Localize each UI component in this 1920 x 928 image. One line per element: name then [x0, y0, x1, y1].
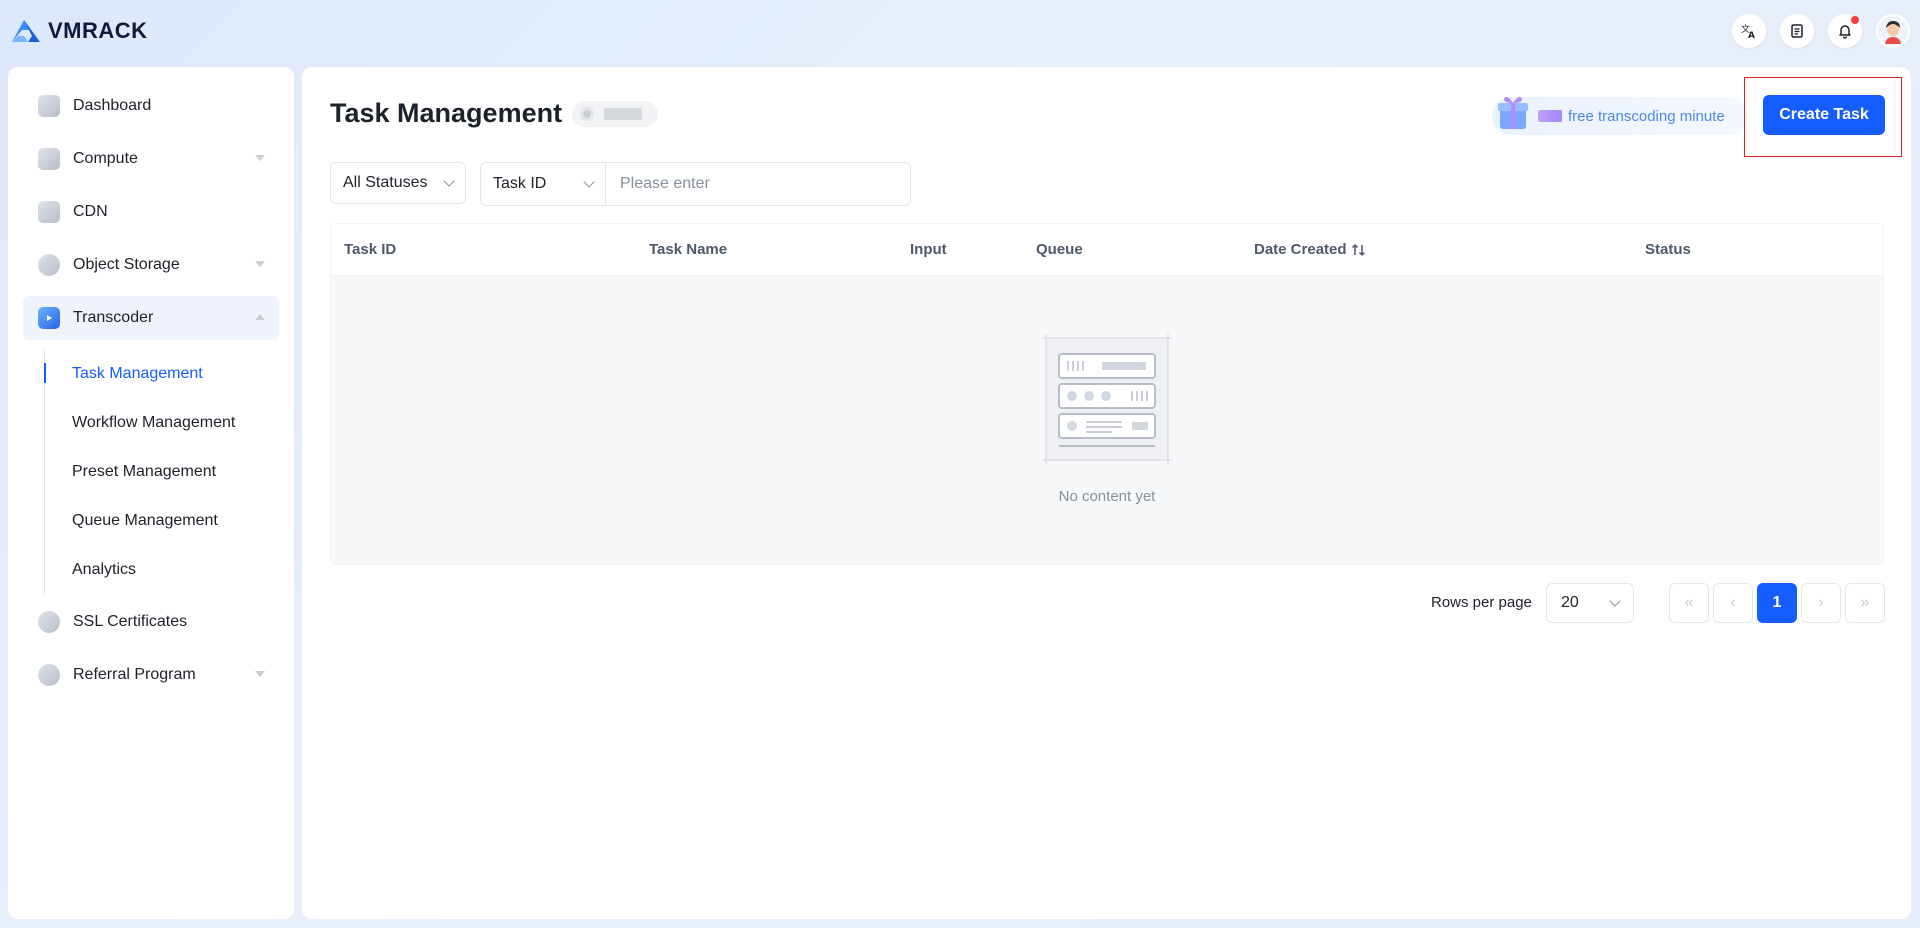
translate-button[interactable]: 文 A — [1732, 14, 1766, 48]
create-task-button[interactable]: Create Task — [1763, 95, 1885, 135]
subnav-item-preset-management[interactable]: Preset Management — [44, 447, 294, 496]
location-icon — [580, 107, 594, 121]
translate-icon: 文 A — [1741, 23, 1755, 39]
region-badge[interactable] — [572, 101, 658, 127]
storage-icon — [38, 254, 60, 276]
compute-icon — [38, 148, 60, 170]
user-avatar-icon — [1878, 16, 1908, 46]
chevron-down-icon — [255, 155, 265, 161]
search-combo: Task ID — [480, 162, 911, 206]
sidebar-item-label: Compute — [73, 150, 138, 167]
chevron-down-icon — [583, 176, 595, 188]
empty-state-text: No content yet — [1058, 488, 1156, 505]
subnav-item-workflow-management[interactable]: Workflow Management — [44, 398, 294, 447]
svg-text:A: A — [1748, 31, 1755, 39]
double-chevron-right-icon: » — [1860, 594, 1870, 611]
task-table: Task ID Task Name Input Queue Date Creat… — [330, 223, 1884, 565]
chevron-left-icon: ‹ — [1730, 594, 1736, 611]
status-select-value: All Statuses — [343, 174, 428, 191]
column-header-date-created[interactable]: Date Created — [1254, 241, 1367, 258]
sidebar-item-cdn[interactable]: CDN — [23, 190, 279, 234]
region-value-redacted — [604, 108, 642, 120]
chevron-down-icon — [255, 261, 265, 267]
column-header-label: Date Created — [1254, 241, 1347, 258]
transcoder-icon — [38, 307, 60, 329]
search-field-select[interactable]: Task ID — [481, 163, 606, 205]
promo-text: free transcoding minute — [1568, 107, 1725, 125]
subnav-item-analytics[interactable]: Analytics — [44, 545, 294, 594]
top-bar: VMRACK 文 A — [0, 0, 1920, 66]
search-field-value: Task ID — [493, 175, 547, 192]
column-header-task-name: Task Name — [649, 241, 728, 258]
referral-icon — [38, 664, 60, 686]
document-icon — [1791, 24, 1803, 38]
table-header: Task ID Task Name Input Queue Date Creat… — [331, 224, 1883, 276]
sidebar-item-label: CDN — [73, 203, 108, 220]
shield-icon — [38, 611, 60, 633]
sidebar-item-compute[interactable]: Compute — [23, 137, 279, 181]
table-body: No content yet — [331, 276, 1883, 564]
pagination: Rows per page 20 « ‹ 1 › » — [302, 583, 1911, 623]
chevron-up-icon — [255, 314, 265, 320]
empty-server-icon — [1042, 334, 1172, 464]
next-page-button[interactable]: › — [1801, 583, 1841, 623]
transcoder-submenu: Task Management Workflow Management Pres… — [44, 349, 294, 594]
main-panel: Task Management free transcoding minute … — [302, 67, 1911, 919]
sidebar-item-label: Dashboard — [73, 97, 152, 114]
subnav-item-queue-management[interactable]: Queue Management — [44, 496, 294, 545]
sidebar-item-dashboard[interactable]: Dashboard — [23, 84, 279, 128]
brand-name: VMRACK — [48, 18, 148, 43]
sort-icon — [1351, 243, 1365, 256]
prev-page-button[interactable]: ‹ — [1713, 583, 1753, 623]
avatar[interactable] — [1876, 14, 1910, 48]
subnav-item-task-management[interactable]: Task Management — [44, 349, 294, 398]
chevron-down-icon — [1609, 595, 1621, 607]
rows-per-page-value: 20 — [1561, 594, 1579, 611]
page-button-current[interactable]: 1 — [1757, 583, 1797, 623]
double-chevron-left-icon: « — [1684, 594, 1694, 611]
sidebar-item-label: Referral Program — [73, 666, 196, 683]
search-input[interactable] — [606, 163, 910, 205]
column-header-status: Status — [1645, 241, 1691, 258]
cdn-icon — [38, 201, 60, 223]
promo-amount-redacted — [1538, 110, 1562, 122]
sidebar-item-ssl-certificates[interactable]: SSL Certificates — [23, 600, 279, 644]
chevron-down-icon — [443, 175, 455, 187]
filter-bar: All Statuses Task ID — [330, 162, 911, 206]
rows-per-page-select[interactable]: 20 — [1546, 583, 1634, 623]
column-header-task-id: Task ID — [344, 241, 397, 258]
logo-icon — [12, 20, 40, 42]
last-page-button[interactable]: » — [1845, 583, 1885, 623]
sidebar-item-referral-program[interactable]: Referral Program — [23, 653, 279, 697]
document-button[interactable] — [1780, 14, 1814, 48]
logo[interactable]: VMRACK — [10, 16, 148, 46]
notification-dot — [1851, 16, 1859, 24]
column-header-input: Input — [910, 241, 947, 258]
column-header-queue: Queue — [1036, 241, 1083, 258]
sidebar-item-label: Transcoder — [73, 309, 154, 326]
first-page-button[interactable]: « — [1669, 583, 1709, 623]
page-title: Task Management — [330, 98, 563, 128]
sidebar-item-object-storage[interactable]: Object Storage — [23, 243, 279, 287]
gift-icon — [1498, 96, 1528, 129]
dashboard-icon — [38, 95, 60, 117]
sidebar-item-transcoder[interactable]: Transcoder — [23, 296, 279, 340]
notification-button[interactable] — [1828, 14, 1862, 48]
sidebar-item-label: Object Storage — [73, 256, 180, 273]
chevron-right-icon: › — [1818, 594, 1824, 611]
bell-icon — [1839, 25, 1851, 39]
status-select[interactable]: All Statuses — [330, 162, 466, 204]
chevron-down-icon — [255, 671, 265, 677]
rows-per-page-label: Rows per page — [1431, 594, 1532, 611]
promo-banner[interactable]: free transcoding minute — [1492, 96, 1748, 135]
sidebar: Dashboard Compute CDN Object Storage Tra… — [8, 67, 294, 919]
sidebar-item-label: SSL Certificates — [73, 613, 188, 630]
